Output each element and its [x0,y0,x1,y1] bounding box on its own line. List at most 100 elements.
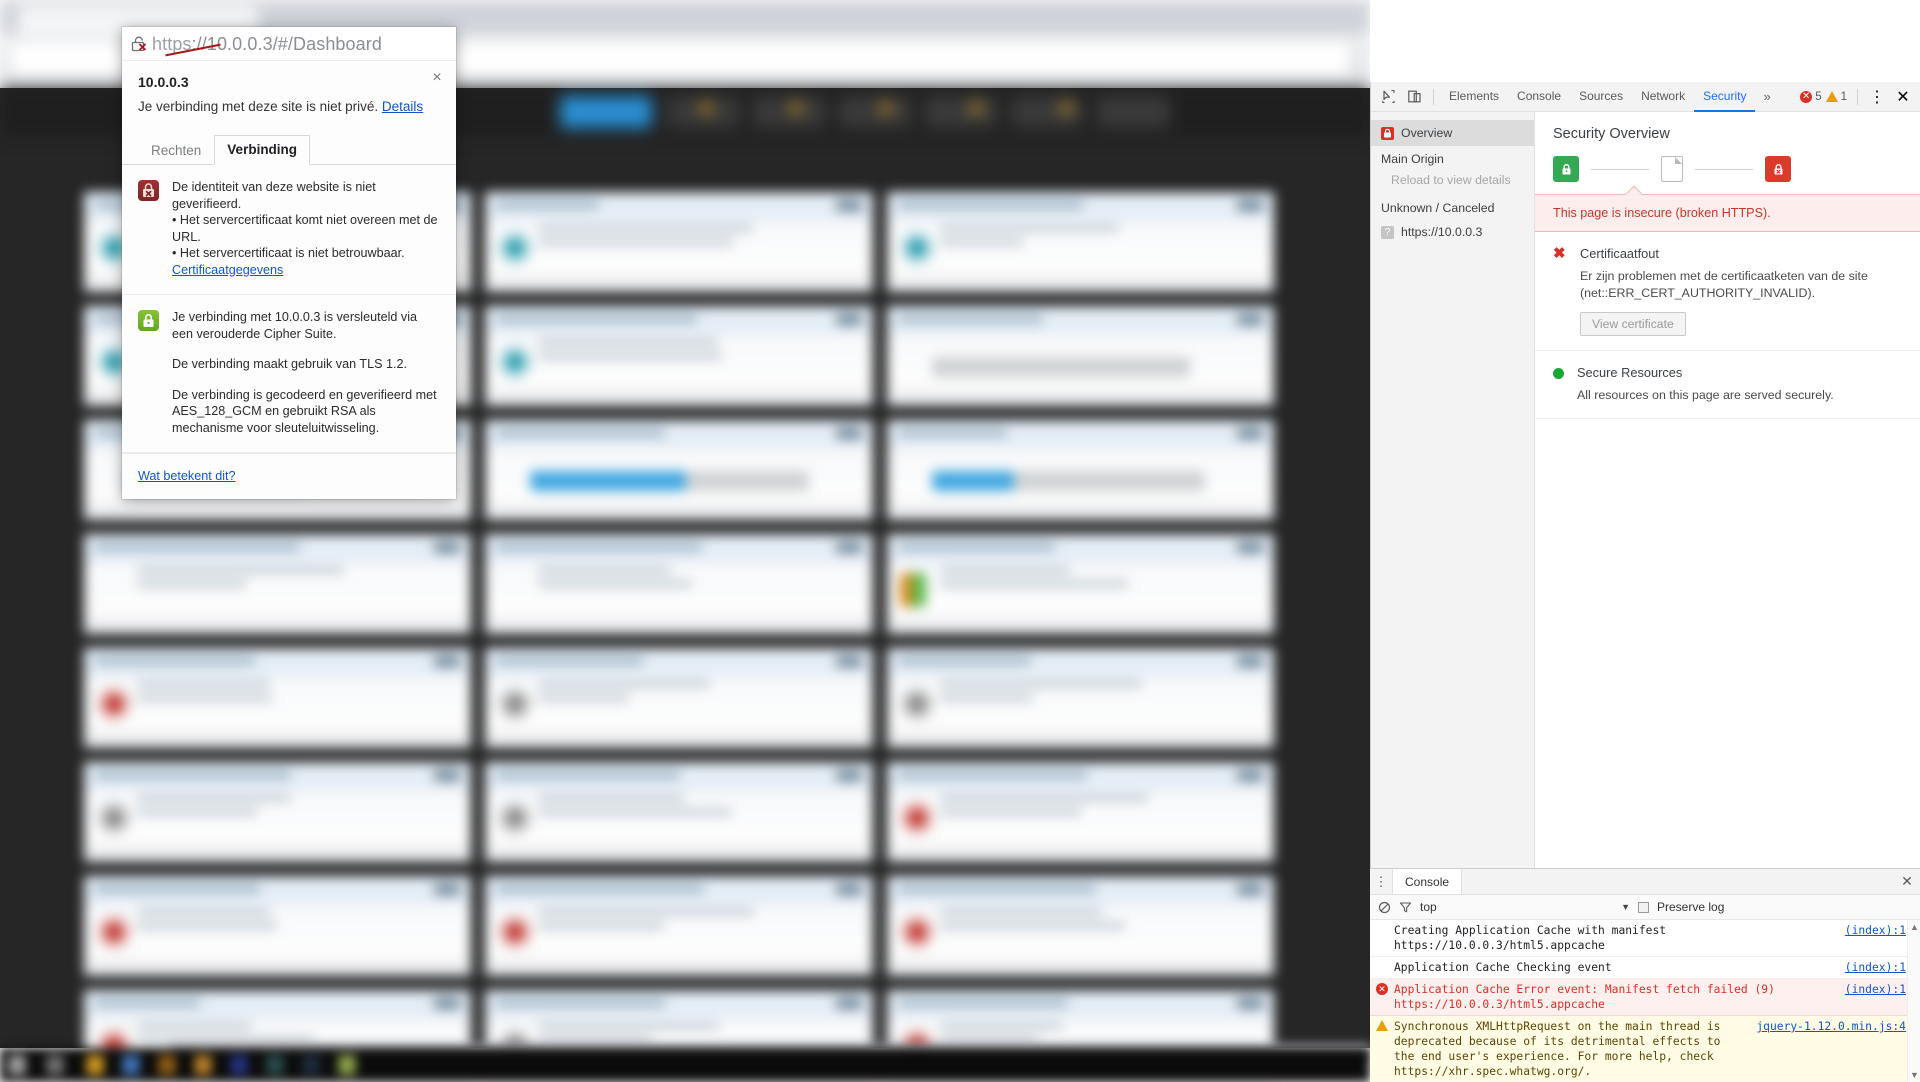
taskbar[interactable] [0,1048,1370,1082]
tab-rechten[interactable]: Rechten [138,136,214,165]
device-toolbar-icon[interactable] [1401,84,1427,110]
inspect-element-icon[interactable] [1375,84,1401,110]
preserve-log-checkbox[interactable] [1638,902,1649,913]
drawer-close-icon[interactable]: ✕ [1894,869,1920,894]
dashboard-card[interactable] [84,876,471,976]
console-message-info[interactable]: Application Cache Checking event (index):… [1370,957,1920,979]
status-dot [790,102,802,114]
taskbar-icon[interactable] [46,1055,64,1075]
dashboard-card[interactable] [485,762,872,862]
devtools-menu-icon[interactable]: ⋮ [1864,84,1890,110]
taskbar-icon[interactable] [158,1055,176,1075]
card-title-placeholder [496,771,680,779]
tab-network[interactable]: Network [1632,82,1694,112]
card-gauge-grey [498,801,532,835]
console-message-source[interactable]: jquery-1.12.0.min.js:4 [1746,1019,1906,1034]
taskbar-icon[interactable] [86,1055,104,1075]
dashboard-card[interactable] [887,306,1274,406]
toolbar-button[interactable] [924,96,998,128]
tab-security[interactable]: Security [1694,82,1755,112]
card-value-placeholder [1237,314,1263,325]
taskbar-icon[interactable] [266,1055,284,1075]
drawer-tab-console[interactable]: Console [1392,869,1462,894]
sidebar-item-origin[interactable]: ? https://10.0.0.3 [1371,219,1534,245]
taskbar-icon[interactable] [122,1055,140,1075]
drawer-menu-icon[interactable]: ⋮ [1370,869,1392,894]
dashboard-card[interactable] [84,534,471,634]
devtools-close-icon[interactable]: ✕ [1890,84,1916,110]
dashboard-card[interactable] [887,876,1274,976]
console-message-list[interactable]: Creating Application Cache with manifest… [1370,920,1920,1082]
dashboard-card[interactable] [84,762,471,862]
tab-elements[interactable]: Elements [1440,82,1508,112]
console-message-source[interactable]: (index):1 [1835,923,1906,938]
tab-console[interactable]: Console [1508,82,1570,112]
more-tabs-icon[interactable]: » [1755,89,1778,104]
card-subtitle-placeholder [137,695,272,701]
close-icon[interactable]: × [429,70,445,86]
clear-console-icon[interactable] [1378,901,1391,914]
dashboard-card[interactable] [485,648,872,748]
dashboard-card[interactable] [485,876,872,976]
taskbar-icon[interactable] [230,1055,248,1075]
console-message-source[interactable]: (index):1 [1835,960,1906,975]
scroll-up-icon[interactable]: ▲ [1910,922,1919,932]
sidebar-item-overview[interactable]: Overview [1371,120,1534,146]
summary-connector [1695,169,1753,170]
insecure-badge-icon[interactable] [131,36,147,52]
console-message-error[interactable]: ✕ Application Cache Error event: Manifest… [1370,979,1920,1016]
taskbar-icon[interactable] [8,1055,26,1075]
dashboard-card[interactable] [887,192,1274,292]
status-dot [970,102,982,114]
encryption-p3: De verbinding is gecodeerd en geverifiee… [172,387,440,437]
filter-icon[interactable] [1399,901,1412,914]
taskbar-icon[interactable] [338,1055,356,1075]
dashboard-card[interactable] [887,420,1274,520]
warning-count-badge[interactable]: 1 [1826,91,1847,103]
bubble-header: × 10.0.0.3 Je verbinding met deze site i… [122,61,456,114]
toolbar-button[interactable] [1010,96,1084,128]
bubble-address-bar[interactable]: https://10.0.0.3/#/Dashboard [122,27,456,61]
certificate-details-link[interactable]: Certificaatgegevens [172,262,440,279]
dashboard-card[interactable] [887,648,1274,748]
view-certificate-button[interactable]: View certificate [1580,312,1686,336]
console-scrollbar[interactable]: ▲ ▼ [1907,920,1920,1082]
console-message-info[interactable]: Creating Application Cache with manifest… [1370,920,1920,957]
identity-line: De identiteit van deze website is niet g… [172,179,440,212]
identity-bullet-2: • Het servercertificaat is niet betrouwb… [172,245,440,262]
taskbar-icon[interactable] [302,1055,320,1075]
dashboard-card[interactable] [485,192,872,292]
dashboard-card[interactable] [887,762,1274,862]
console-message-warning[interactable]: Synchronous XMLHttpRequest on the main t… [1370,1016,1920,1082]
console-drawer: ⋮ Console ✕ top ▼ Preserve log Creating … [1370,868,1920,1082]
security-summary-strip [1535,142,1920,194]
scroll-down-icon[interactable]: ▼ [1910,1070,1919,1080]
toolbar-button[interactable] [1096,96,1170,128]
what-does-this-mean-link[interactable]: Wat betekent dit? [138,469,236,483]
address-bar-url[interactable]: https://10.0.0.3/#/Dashboard [152,33,382,55]
dashboard-card[interactable] [485,420,872,520]
card-subtitle-placeholder [538,339,718,345]
card-subtitle-placeholder [538,695,629,701]
toolbar-button[interactable] [838,96,912,128]
dashboard-card[interactable] [887,534,1274,634]
tab-sources[interactable]: Sources [1570,82,1632,112]
dashboard-card[interactable] [485,306,872,406]
console-context-selector[interactable]: top ▼ [1420,900,1630,914]
toolbar-primary-button[interactable] [560,96,652,128]
card-subtitle-placeholder [940,809,1081,815]
error-count-badge[interactable]: ✕ 5 [1800,91,1821,103]
card-subtitle-placeholder [538,353,721,359]
card-gauge-red [900,915,934,949]
toolbar-button[interactable] [752,96,826,128]
dashboard-card[interactable] [485,534,872,634]
console-message-source[interactable]: (index):1 [1835,982,1906,997]
details-link[interactable]: Details [382,99,423,114]
taskbar-icon[interactable] [194,1055,212,1075]
insecure-banner: This page is insecure (broken HTTPS). [1535,194,1920,232]
tab-verbinding[interactable]: Verbinding [214,135,310,165]
security-item-certificate-error: ✖ Certificaatfout Er zijn problemen met … [1535,232,1920,351]
secure-resources-heading: Secure Resources [1577,365,1834,380]
card-value-placeholder [836,770,862,781]
dashboard-card[interactable] [84,648,471,748]
